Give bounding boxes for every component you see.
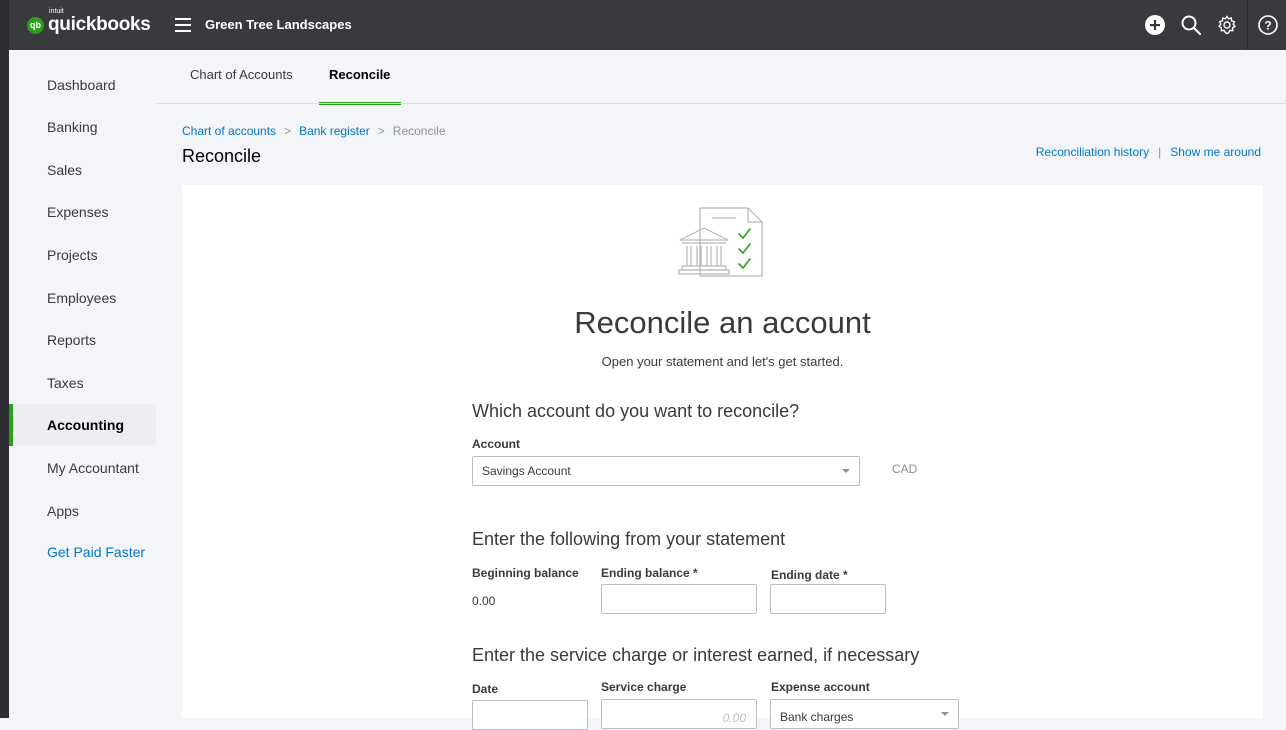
beginning-balance-value: 0.00	[472, 594, 496, 608]
section-heading-account: Which account do you want to reconcile?	[472, 401, 800, 421]
expense-account-select[interactable]: Bank charges	[770, 699, 959, 729]
top-bar: qb intuit quickbooks Green Tree Landscap…	[0, 0, 1286, 50]
sidebar-item-banking[interactable]: Banking	[9, 106, 156, 148]
breadcrumb-separator: >	[377, 124, 385, 138]
bank-statement-icon	[678, 207, 763, 277]
sidebar-item-reports[interactable]: Reports	[9, 319, 156, 361]
service-charge-label: Service charge	[601, 680, 687, 694]
service-charge-input[interactable]: 0.00	[601, 699, 757, 729]
section-heading-statement: Enter the following from your statement	[472, 529, 786, 549]
breadcrumb-bank-register[interactable]: Bank register	[299, 124, 370, 138]
service-date-input[interactable]	[472, 700, 588, 730]
show-me-around-link[interactable]: Show me around	[1170, 145, 1261, 159]
company-name: Green Tree Landscapes	[205, 17, 352, 32]
sidebar-item-label: Expenses	[47, 204, 109, 220]
sidebar-item-get-paid-faster[interactable]: Get Paid Faster	[9, 531, 156, 573]
sidebar-item-label: Reports	[47, 332, 97, 348]
section-heading-service-charge: Enter the service charge or interest ear…	[472, 645, 920, 665]
breadcrumb-separator: >	[284, 124, 292, 138]
sidebar-item-label: Apps	[47, 503, 79, 519]
chevron-down-icon	[842, 469, 850, 473]
account-select-value: Savings Account	[482, 464, 571, 478]
expense-account-label: Expense account	[771, 680, 870, 694]
ending-date-label: Ending date *	[771, 568, 848, 582]
ending-balance-label: Ending balance *	[601, 566, 698, 580]
reconciliation-history-link[interactable]: Reconciliation history	[1036, 145, 1149, 159]
link-separator: |	[1158, 145, 1162, 159]
tab-chart-of-accounts[interactable]: Chart of Accounts	[190, 67, 293, 103]
card-title: Reconcile an account	[574, 305, 871, 340]
hamburger-menu-icon[interactable]	[175, 18, 191, 32]
intuit-label: intuit	[49, 8, 64, 15]
header-links: Reconciliation history | Show me around	[1036, 145, 1261, 159]
quickbooks-logo[interactable]: qb intuit quickbooks	[27, 8, 151, 39]
sidebar-item-label: Accounting	[47, 417, 124, 433]
ending-date-input[interactable]	[770, 584, 886, 614]
page-title: Reconcile	[182, 146, 262, 166]
sidebar-item-label: Dashboard	[47, 77, 116, 93]
sidebar-item-taxes[interactable]: Taxes	[9, 362, 156, 404]
breadcrumb-current: Reconcile	[392, 124, 446, 138]
sidebar-item-sales[interactable]: Sales	[9, 149, 156, 191]
sidebar-item-dashboard[interactable]: Dashboard	[9, 64, 156, 106]
sidebar-item-label: Sales	[47, 162, 83, 178]
sidebar: Dashboard Banking Sales Expenses Project…	[9, 50, 156, 718]
brand-name: quickbooks	[48, 14, 151, 35]
ending-balance-input[interactable]	[601, 584, 757, 614]
account-select[interactable]: Savings Account	[472, 456, 860, 486]
search-icon[interactable]	[1173, 0, 1209, 50]
sidebar-item-label: Banking	[47, 119, 98, 135]
sidebar-item-label: Projects	[47, 247, 98, 263]
sidebar-item-employees[interactable]: Employees	[9, 277, 156, 319]
tabs-divider	[156, 103, 1286, 104]
card-subtitle: Open your statement and let's get starte…	[601, 354, 844, 369]
breadcrumb-chart-of-accounts[interactable]: Chart of accounts	[182, 124, 276, 138]
currency-label: CAD	[892, 462, 918, 476]
help-icon[interactable]: ?	[1250, 0, 1286, 50]
reconcile-card: Reconcile an account Open your statement…	[182, 185, 1263, 730]
sidebar-item-label: Get Paid Faster	[47, 544, 146, 560]
account-label: Account	[472, 437, 520, 451]
sidebar-item-projects[interactable]: Projects	[9, 234, 156, 276]
qb-badge-icon: qb	[27, 16, 44, 34]
sidebar-item-label: Employees	[47, 290, 117, 306]
sidebar-item-apps[interactable]: Apps	[9, 490, 156, 532]
breadcrumb: Chart of accounts > Bank register > Reco…	[182, 124, 446, 138]
sidebar-item-label: Taxes	[47, 375, 84, 391]
svg-text:?: ?	[1264, 19, 1271, 33]
window-edge	[0, 0, 9, 718]
sidebar-item-accounting[interactable]: Accounting	[9, 404, 156, 446]
expense-account-value: Bank charges	[780, 710, 854, 724]
service-charge-placeholder: 0.00	[722, 711, 746, 725]
plus-circle-icon[interactable]	[1137, 0, 1173, 50]
tab-reconcile[interactable]: Reconcile	[318, 67, 402, 105]
sidebar-item-expenses[interactable]: Expenses	[9, 191, 156, 233]
date-label: Date	[472, 682, 499, 696]
sidebar-item-my-accountant[interactable]: My Accountant	[9, 447, 156, 489]
chevron-down-icon	[941, 712, 949, 716]
beginning-balance-label: Beginning balance	[472, 566, 579, 580]
sidebar-item-label: My Accountant	[47, 460, 139, 476]
gear-icon[interactable]	[1209, 0, 1245, 50]
